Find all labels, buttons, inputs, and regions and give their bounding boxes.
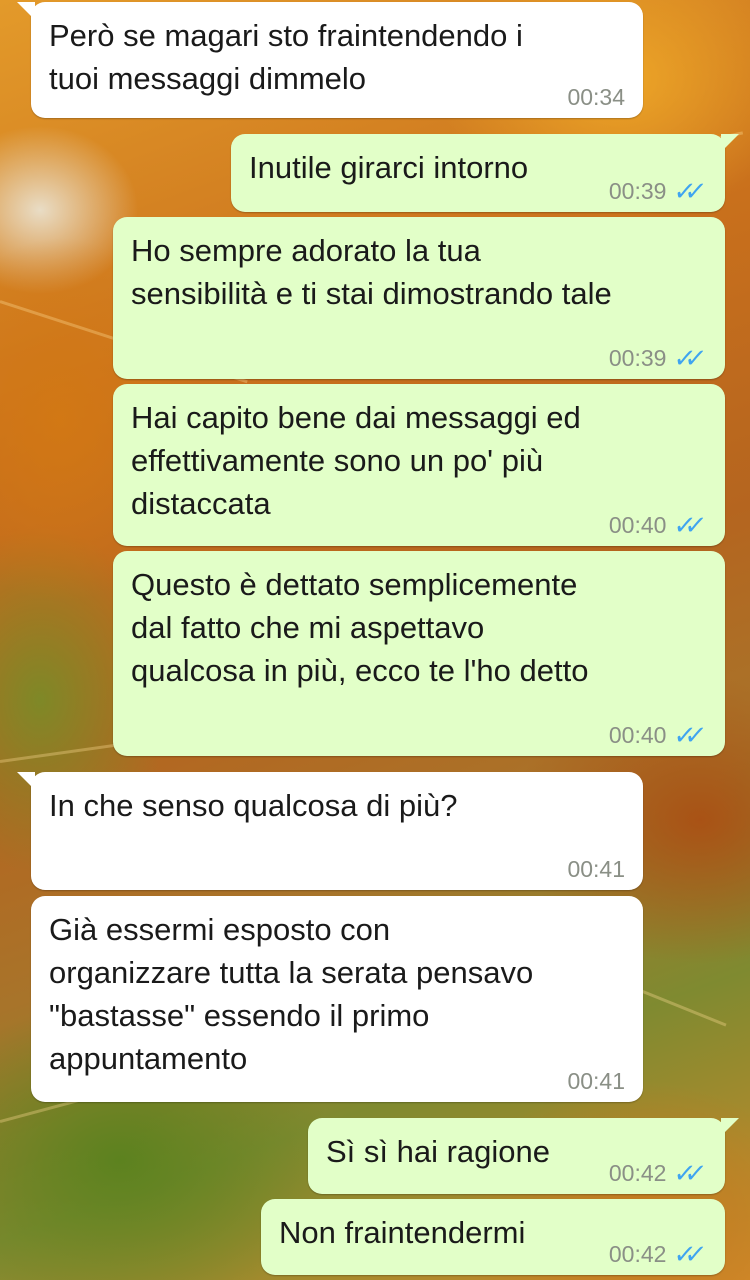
message-time: 00:39 bbox=[608, 345, 667, 371]
message-time: 00:42 bbox=[608, 1160, 667, 1186]
message-time: 00:41 bbox=[567, 856, 625, 882]
message-outgoing[interactable]: Hai capito bene dai messaggi ed effettiv… bbox=[113, 384, 725, 546]
message-time: 00:39 bbox=[608, 178, 667, 204]
message-text: In che senso qualcosa di più? bbox=[49, 788, 458, 823]
message-meta: 00:41 bbox=[567, 1068, 625, 1094]
message-meta: 00:39 ✓✓ bbox=[608, 343, 707, 373]
message-text: Ho sempre adorato la tua sensibilità e t… bbox=[131, 233, 612, 311]
message-time: 00:41 bbox=[567, 1068, 625, 1094]
message-time: 00:42 bbox=[608, 1241, 667, 1267]
chat-message-list[interactable]: Però se magari sto fraintendendo i tuoi … bbox=[0, 0, 750, 1280]
message-outgoing[interactable]: Questo è dettato semplicemente dal fatto… bbox=[113, 551, 725, 756]
double-check-icon: ✓✓ bbox=[672, 1158, 699, 1188]
double-check-icon: ✓✓ bbox=[672, 343, 699, 373]
message-outgoing[interactable]: Inutile girarci intorno 00:39 ✓✓ bbox=[231, 134, 739, 212]
message-text: Questo è dettato semplicemente dal fatto… bbox=[131, 567, 589, 688]
message-meta: 00:34 bbox=[567, 84, 625, 110]
message-meta: 00:40 ✓✓ bbox=[608, 720, 707, 750]
message-time: 00:40 bbox=[608, 512, 667, 538]
message-meta: 00:41 bbox=[567, 856, 625, 882]
double-check-icon: ✓✓ bbox=[672, 510, 699, 540]
message-outgoing[interactable]: Sì sì hai ragione 00:42 ✓✓ bbox=[308, 1118, 739, 1194]
double-check-icon: ✓✓ bbox=[672, 176, 699, 206]
message-outgoing[interactable]: Non fraintendermi 00:42 ✓✓ bbox=[261, 1199, 725, 1275]
message-text: Già essermi esposto con organizzare tutt… bbox=[49, 912, 534, 1076]
message-meta: 00:42 ✓✓ bbox=[608, 1158, 707, 1188]
double-check-icon: ✓✓ bbox=[672, 720, 699, 750]
message-incoming[interactable]: Già essermi esposto con organizzare tutt… bbox=[31, 896, 643, 1102]
message-time: 00:34 bbox=[567, 84, 625, 110]
message-meta: 00:40 ✓✓ bbox=[608, 510, 707, 540]
message-text: Però se magari sto fraintendendo i tuoi … bbox=[49, 18, 523, 96]
message-incoming[interactable]: In che senso qualcosa di più? 00:41 bbox=[17, 772, 643, 890]
double-check-icon: ✓✓ bbox=[672, 1239, 699, 1269]
message-meta: 00:39 ✓✓ bbox=[608, 176, 707, 206]
message-outgoing[interactable]: Ho sempre adorato la tua sensibilità e t… bbox=[113, 217, 725, 379]
message-time: 00:40 bbox=[608, 722, 667, 748]
message-incoming[interactable]: Però se magari sto fraintendendo i tuoi … bbox=[17, 2, 643, 118]
message-meta: 00:42 ✓✓ bbox=[608, 1239, 707, 1269]
message-text: Hai capito bene dai messaggi ed effettiv… bbox=[131, 400, 581, 521]
